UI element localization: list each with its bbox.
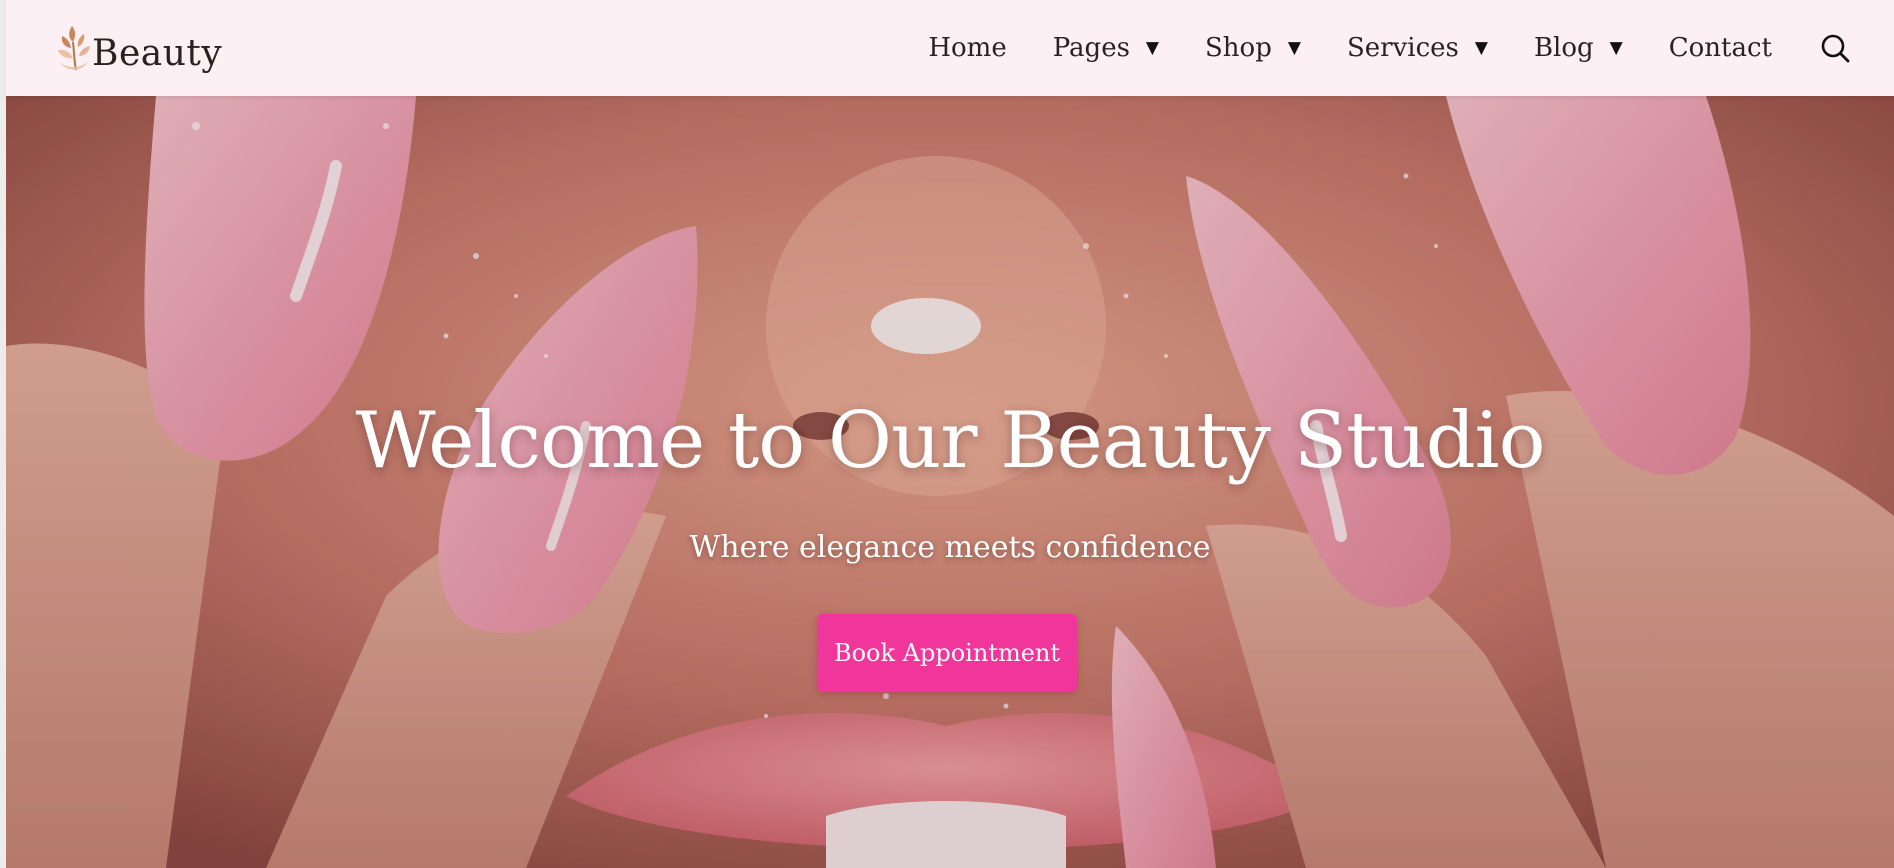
nav-item-label: Contact: [1668, 33, 1772, 63]
main-nav: Home Pages ▼ Shop ▼ Services ▼ Blog ▼ Co…: [928, 0, 1894, 96]
dropdown-caret-icon: ▼: [1474, 37, 1488, 58]
hero-title: Welcome to Our Beauty Studio: [355, 396, 1545, 486]
nav-item-label: Services: [1346, 33, 1459, 63]
brand-logo[interactable]: Beauty: [54, 18, 222, 78]
search-button[interactable]: [1818, 31, 1852, 65]
brand-name: Beauty: [92, 32, 223, 74]
nav-item-blog[interactable]: Blog ▼: [1534, 33, 1623, 63]
nav-item-contact[interactable]: Contact: [1669, 33, 1772, 63]
hero-section: Welcome to Our Beauty Studio Where elega…: [6, 96, 1894, 868]
nav-item-label: Blog: [1533, 33, 1594, 63]
hero-subtitle: Where elegance meets confidence: [689, 530, 1211, 565]
nav-item-home[interactable]: Home: [928, 33, 1006, 63]
book-appointment-button[interactable]: Book Appointment: [817, 614, 1077, 692]
site-header: Beauty Home Pages ▼ Shop ▼ Services ▼ Bl…: [6, 0, 1894, 96]
nav-item-pages[interactable]: Pages ▼: [1053, 33, 1159, 63]
dropdown-caret-icon: ▼: [1609, 37, 1623, 58]
dropdown-caret-icon: ▼: [1145, 37, 1159, 58]
hero-content: Welcome to Our Beauty Studio Where elega…: [6, 96, 1894, 868]
nav-item-label: Pages: [1052, 33, 1130, 63]
nav-item-label: Shop: [1205, 33, 1272, 63]
page: Beauty Home Pages ▼ Shop ▼ Services ▼ Bl…: [0, 0, 1894, 868]
dropdown-caret-icon: ▼: [1287, 37, 1301, 58]
nav-item-label: Home: [928, 33, 1007, 63]
search-icon: [1821, 34, 1850, 63]
nav-item-services[interactable]: Services ▼: [1347, 33, 1488, 63]
nav-item-shop[interactable]: Shop ▼: [1205, 33, 1301, 63]
